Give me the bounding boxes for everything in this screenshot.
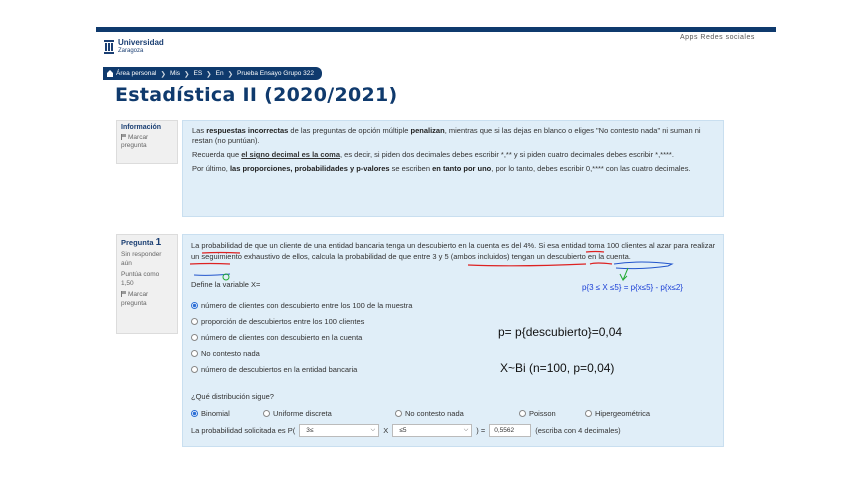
question-text: La probabilidad de que un cliente de una… [191,241,716,261]
question-score: Puntúa como 1,50 [121,271,160,287]
info-sidebar: Información Marcar pregunta [116,120,178,164]
define-option[interactable]: No contesto nada [191,345,412,361]
breadcrumb-item-quiz[interactable]: Prueba Ensayo Grupo 322 [237,70,314,77]
dist-option-hipergeometrica[interactable]: Hipergeométrica [585,407,650,419]
radio[interactable] [191,365,198,373]
breadcrumb: Área personal ❯ Mis ❯ ES ❯ En ❯ Prueba E… [103,67,322,80]
info-content: Las respuestas incorrectas de las pregun… [182,120,724,217]
define-option[interactable]: número de descubiertos en la entidad ban… [191,361,412,377]
dist-option-no-contesto[interactable]: No contesto nada [395,407,464,419]
flag-icon [121,291,126,298]
upper-bound-select[interactable]: ≤5 ⌵ [392,424,473,437]
lower-bound-select[interactable]: 3≤ ⌵ [299,424,380,437]
chevron-right-icon: ❯ [160,70,166,78]
chevron-down-icon: ⌵ [370,427,376,433]
info-side-title: Información [121,124,162,131]
distribution-options: Binomial Uniforme discreta No contesto n… [191,407,671,419]
define-variable-prompt: Define la variable X= [191,280,261,289]
question-number: Pregunta 1 [121,237,162,248]
radio-selected[interactable] [191,409,198,417]
breadcrumb-item-es[interactable]: ES [194,70,203,77]
flag-question-link[interactable]: Marcar pregunta [121,134,173,150]
dist-option-uniforme[interactable]: Uniforme discreta [263,407,332,419]
radio[interactable] [191,317,198,325]
probability-label: La probabilidad solicitada es P( [191,426,296,435]
radio[interactable] [395,409,402,417]
radio[interactable] [263,409,270,417]
probability-x: X [383,426,389,435]
radio[interactable] [191,333,198,341]
define-option[interactable]: número de clientes con descubierto entre… [191,297,412,313]
top-bar [96,27,776,32]
answer-input[interactable] [489,424,532,437]
info-paragraph-1: Las respuestas incorrectas de las pregun… [192,126,701,145]
annotation-p-value: p= p{descubierto}=0,04 [498,325,623,339]
distribution-prompt: ¿Qué distribución sigue? [191,392,274,401]
flag-question-link[interactable]: Marcar pregunta [121,290,173,308]
breadcrumb-item-mis[interactable]: Mis [170,70,180,77]
question-content: La probabilidad de que un cliente de una… [182,234,724,447]
chevron-down-icon: ⌵ [463,427,469,433]
dist-option-poisson[interactable]: Poisson [519,407,556,419]
chevron-right-icon: ❯ [184,70,190,78]
annotation-distribution: X~Bi (n=100, p=0,04) [500,361,615,375]
radio[interactable] [585,409,592,417]
info-paragraph-3: Por último, las proporciones, probabilid… [192,164,691,173]
radio[interactable] [519,409,526,417]
flag-icon [121,134,126,141]
radio-selected[interactable] [191,301,198,309]
logo-subtitle: Zaragoza [118,48,144,54]
breadcrumb-item-area[interactable]: Área personal [116,70,156,77]
question-sidebar: Pregunta 1 Sin responder aún Puntúa como… [116,234,178,334]
logo-title: Universidad [118,38,164,47]
probability-equals: ) = [476,426,486,435]
define-options: número de clientes con descubierto entre… [191,297,412,377]
radio[interactable] [191,349,198,357]
chevron-right-icon: ❯ [206,70,212,78]
info-paragraph-2: Recuerda que el signo decimal es la coma… [192,150,674,159]
define-option[interactable]: número de clientes con descubierto en la… [191,329,412,345]
question-status: Sin responder aún [121,251,162,267]
header-links[interactable]: Apps Redes sociales [680,34,755,41]
annotation-probability-split: p{3 ≤ X ≤5} = p{x≤5} - p{x≤2} [582,283,683,292]
home-icon [107,69,113,77]
chevron-right-icon: ❯ [227,70,234,78]
answer-hint: (escriba con 4 decimales) [535,426,621,435]
probability-row: La probabilidad solicitada es P( 3≤ ⌵ X ≤… [191,424,621,437]
page-title: Estadística II (2020/2021) [115,84,398,106]
university-crest-icon [104,40,114,54]
breadcrumb-item-en[interactable]: En [216,70,224,77]
dist-option-binomial[interactable]: Binomial [191,407,230,419]
university-logo[interactable]: Universidad Zaragoza [104,39,164,55]
define-option[interactable]: proporción de descubiertos entre los 100… [191,313,412,329]
